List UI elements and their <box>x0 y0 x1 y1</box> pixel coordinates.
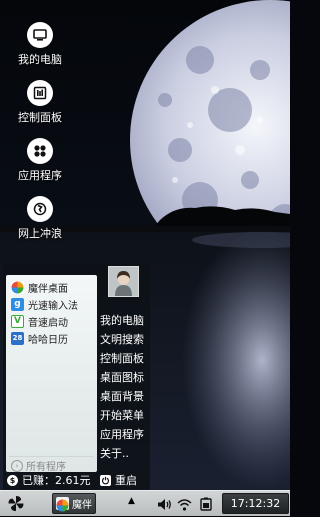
battery-icon[interactable] <box>199 496 213 515</box>
start-button[interactable] <box>6 494 26 513</box>
start-menu-item-start-menu[interactable]: 开始菜单 <box>100 407 144 423</box>
start-menu-item-applications[interactable]: 应用程序 <box>100 426 144 442</box>
start-menu-app-label: 魔伴桌面 <box>28 283 68 295</box>
desktop-icon-label: 控制面板 <box>18 111 62 124</box>
start-menu-item-search[interactable]: 文明搜索 <box>100 331 144 347</box>
restart-label: 重启 <box>115 474 137 487</box>
all-programs-button[interactable]: › 所有程序 <box>9 456 94 473</box>
start-menu-item-control-panel[interactable]: 控制面板 <box>100 350 144 366</box>
pinwheel-icon <box>11 280 24 294</box>
taskbar-task-label: 魔伴 <box>72 500 92 511</box>
all-programs-label: 所有程序 <box>26 462 66 473</box>
g-keyboard-icon: g <box>11 297 24 311</box>
start-menu-app-launcher[interactable]: V 音速启动 <box>11 313 68 329</box>
start-menu-app-calendar[interactable]: 28 哈哈日历 <box>11 330 68 346</box>
start-menu-app-label: 音速启动 <box>28 317 68 329</box>
taskbar: 魔伴 ▲ 17:12:32 <box>0 490 290 516</box>
arrow-icon: › <box>11 459 23 472</box>
chevron-up-icon[interactable]: ▲ <box>128 496 135 506</box>
start-menu-app-label: 哈哈日历 <box>28 334 68 346</box>
coin-icon: $ <box>7 474 18 486</box>
start-menu-app-mobandesk[interactable]: 魔伴桌面 <box>11 279 68 295</box>
taskbar-task-moban[interactable]: 魔伴 <box>52 493 96 514</box>
apps-icon <box>27 138 53 164</box>
earnings-label: 已赚：2.61元 <box>22 474 91 487</box>
calendar-icon: 28 <box>11 331 24 345</box>
start-menu-apps-panel: 魔伴桌面 g 光速输入法 V 音速启动 28 哈哈日历 › 所有程序 <box>6 275 97 473</box>
volume-icon[interactable] <box>157 496 172 515</box>
start-menu: 魔伴桌面 g 光速输入法 V 音速启动 28 哈哈日历 › 所有程序 我的电脑 … <box>3 264 150 490</box>
desktop-icon-label: 应用程序 <box>18 169 62 182</box>
start-menu-item-desktop-background[interactable]: 桌面背景 <box>100 388 144 404</box>
wifi-icon[interactable] <box>177 496 192 515</box>
computer-icon <box>27 22 53 48</box>
start-menu-app-input-method[interactable]: g 光速输入法 <box>11 296 78 312</box>
avatar[interactable] <box>108 266 139 297</box>
desktop-icon-browser[interactable]: 网上冲浪 <box>8 196 72 241</box>
pinwheel-icon <box>8 496 24 511</box>
desktop-icon-my-computer[interactable]: 我的电脑 <box>8 22 72 67</box>
desktop-icon-label: 我的电脑 <box>18 53 62 66</box>
desktop-icon-control-panel[interactable]: 控制面板 <box>8 80 72 125</box>
restart-button[interactable]: 重启 <box>100 472 137 488</box>
desktop-icon-label: 网上冲浪 <box>18 227 62 240</box>
start-menu-item-desktop-icons[interactable]: 桌面图标 <box>100 369 144 385</box>
power-icon <box>100 474 111 486</box>
globe-icon <box>27 196 53 222</box>
control-panel-icon <box>27 80 53 106</box>
pinwheel-icon <box>56 497 69 512</box>
start-menu-item-my-computer[interactable]: 我的电脑 <box>100 312 144 328</box>
earnings-indicator: $ 已赚：2.61元 <box>7 472 91 488</box>
desktop-icon-applications[interactable]: 应用程序 <box>8 138 72 183</box>
start-menu-app-label: 光速输入法 <box>28 300 78 312</box>
start-menu-item-about[interactable]: 关于.. <box>100 445 129 461</box>
clock[interactable]: 17:12:32 <box>222 493 289 514</box>
v-launcher-icon: V <box>11 314 24 328</box>
